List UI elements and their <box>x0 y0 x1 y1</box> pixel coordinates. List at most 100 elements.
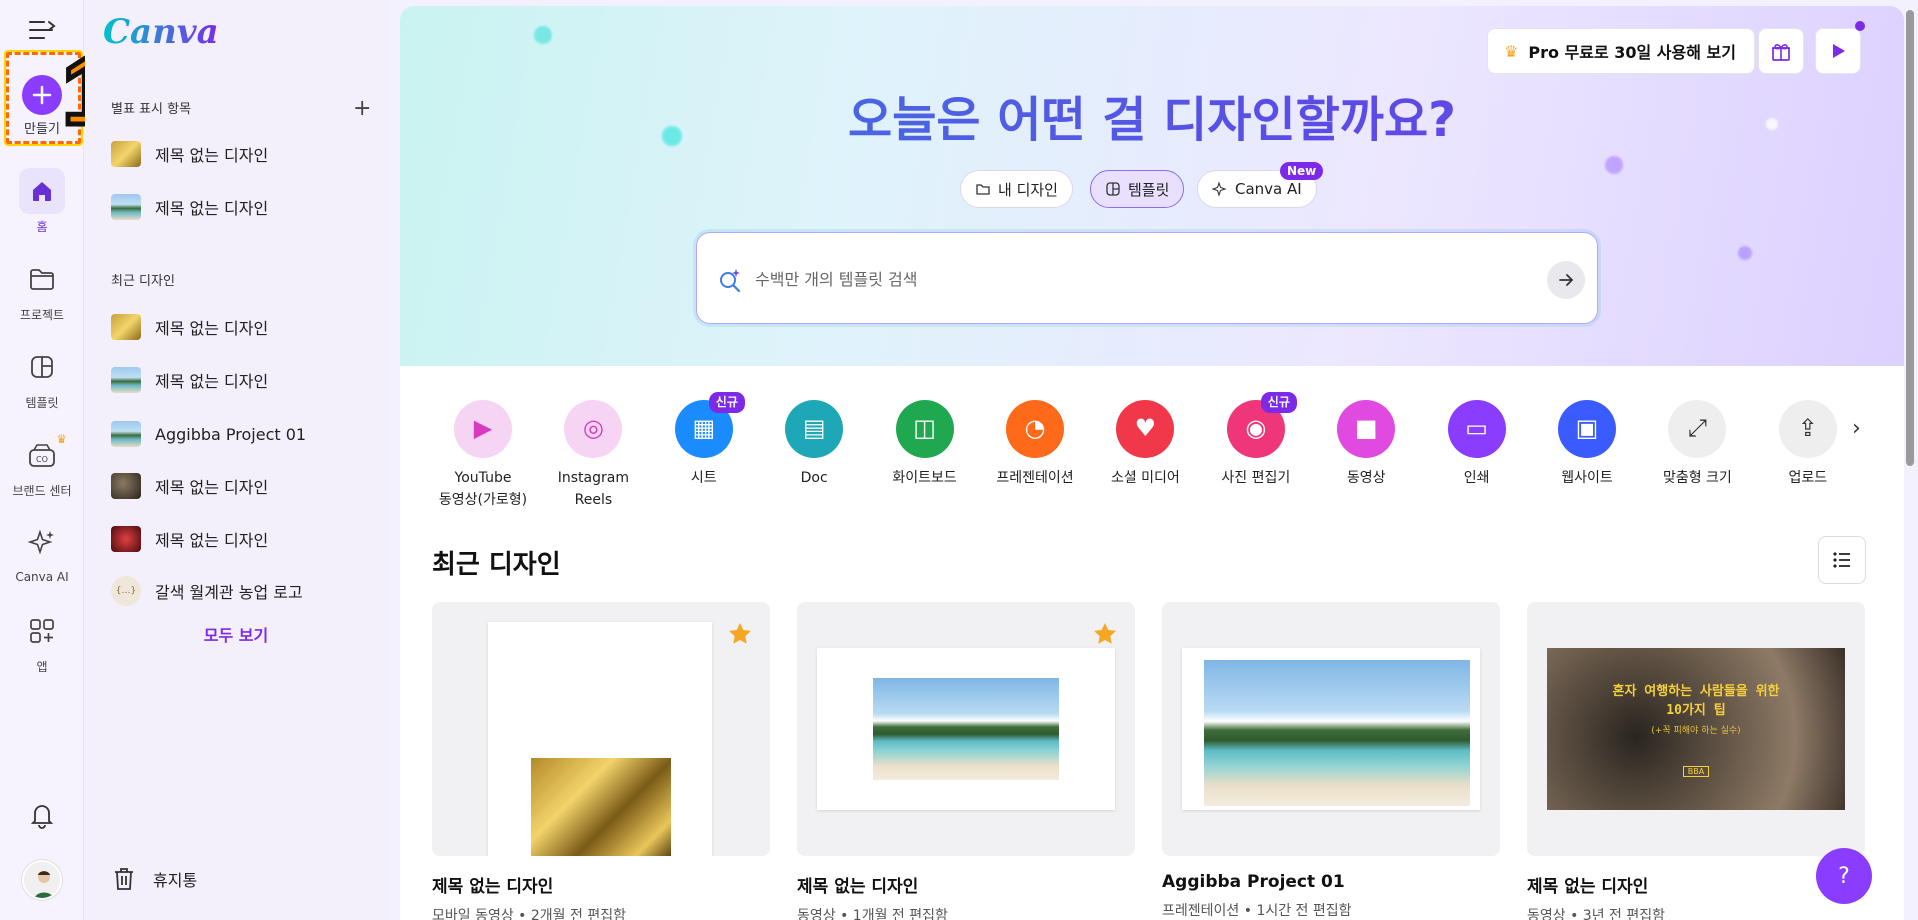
page-scrollbar[interactable] <box>1906 10 1914 466</box>
star-icon[interactable] <box>1091 620 1119 648</box>
design-name[interactable]: 제목 없는 디자인 <box>797 872 1135 897</box>
recent-designs-title: 최근 디자인 <box>432 550 561 580</box>
rail-item-brand[interactable]: CO ♛ 브랜드 센터 <box>0 432 84 499</box>
design-card[interactable]: Aggibba Project 01 프레젠테이션 • 1시간 전 편집함 <box>1162 602 1500 920</box>
arrow-right-icon <box>1559 274 1574 286</box>
sparkle-icon <box>19 520 65 566</box>
svg-text:CO: CO <box>36 455 48 464</box>
rail-item-apps[interactable]: 앱 <box>0 608 84 675</box>
design-card[interactable]: 제목 없는 디자인 동영상 • 1개월 전 편집함 <box>797 602 1135 920</box>
starred-item[interactable]: 제목 없는 디자인 <box>111 189 371 225</box>
card-overlay-tag: BBA <box>1682 765 1710 777</box>
collapse-menu-icon[interactable] <box>27 18 57 42</box>
list-view-button[interactable] <box>1818 536 1866 584</box>
category-2[interactable]: ▦ 시트 신규 <box>649 392 759 490</box>
chevron-right-icon[interactable]: › <box>1852 416 1880 444</box>
card-overlay-subtitle: (+꼭 피해야 하는 실수) <box>1651 725 1741 736</box>
left-rail: 만들기 홈 프로젝트 템플릿 CO ♛ 브랜드 센터 Canva AI 앱 <box>0 0 84 920</box>
category-7[interactable]: ◉ 사진 편집기 신규 <box>1201 392 1311 490</box>
ai-search-icon <box>717 267 743 293</box>
notification-dot <box>1855 21 1865 31</box>
star-icon[interactable] <box>726 620 754 648</box>
recent-item-label: 갈색 월계관 농업 로고 <box>155 583 303 602</box>
folder-icon <box>976 184 990 195</box>
recent-item-label: 제목 없는 디자인 <box>155 478 269 497</box>
recent-item[interactable]: 제목 없는 디자인 <box>111 309 371 345</box>
recent-item-label: Aggibba Project 01 <box>155 424 307 444</box>
sidebar-panel: Canva 별표 표시 항목 + 제목 없는 디자인 제목 없는 디자인 최근 … <box>85 0 387 920</box>
avatar[interactable] <box>22 860 62 900</box>
hero-title: 오늘은 어떤 걸 디자인할까요? <box>400 80 1904 150</box>
trash-button[interactable]: 휴지통 <box>111 866 197 892</box>
rail-label-apps: 앱 <box>36 660 48 674</box>
instagram-icon: ◎ <box>564 400 623 458</box>
pill-label: Canva AI <box>1235 180 1302 198</box>
design-card[interactable]: 혼자 여행하는 사람들을 위한 10가지 팁 (+꼭 피해야 하는 실수) BB… <box>1527 602 1865 920</box>
recent-item[interactable]: 제목 없는 디자인 <box>111 362 371 398</box>
category-0[interactable]: ▶ YouTube 동영상(가로형) <box>428 400 538 511</box>
design-preview[interactable] <box>1162 602 1500 856</box>
template-icon <box>1106 182 1120 196</box>
design-thumbnail <box>111 314 141 340</box>
gift-button[interactable] <box>1758 28 1804 74</box>
category-8[interactable]: ■ 동영상 <box>1311 400 1421 490</box>
bell-icon[interactable] <box>27 800 57 830</box>
beach-image <box>873 678 1059 780</box>
design-name[interactable]: Aggibba Project 01 <box>1162 872 1500 892</box>
new-badge: 신규 <box>708 392 745 413</box>
design-card[interactable]: 제목 없는 디자인 모바일 동영상 • 2개월 전 편집함 <box>432 602 770 920</box>
design-thumbnail <box>111 141 141 167</box>
see-all-link[interactable]: 모두 보기 <box>85 622 387 646</box>
category-3[interactable]: ▤ Doc <box>759 400 869 490</box>
category-1[interactable]: ◎ Instagram Reels <box>538 400 648 511</box>
category-10[interactable]: ▣ 웹사이트 <box>1532 400 1642 490</box>
rail-item-home[interactable]: 홈 <box>0 168 84 235</box>
recent-item[interactable]: {…} 갈색 월계관 농업 로고 <box>111 573 371 609</box>
recent-item-label: 제목 없는 디자인 <box>155 372 269 391</box>
travel-tips-image: 혼자 여행하는 사람들을 위한 10가지 팁 (+꼭 피해야 하는 실수) BB… <box>1547 648 1845 810</box>
search-input[interactable] <box>755 263 1515 295</box>
pill-my-designs[interactable]: 내 디자인 <box>960 170 1073 208</box>
recent-title: 최근 디자인 <box>111 274 175 289</box>
rail-item-projects[interactable]: 프로젝트 <box>0 256 84 323</box>
recent-item[interactable]: 제목 없는 디자인 <box>111 468 371 504</box>
pro-trial-label: Pro 무료로 30일 사용해 보기 <box>1528 43 1736 62</box>
create-label: 만들기 <box>24 122 60 137</box>
rail-item-templates[interactable]: 템플릿 <box>0 344 84 411</box>
category-label: 인쇄 <box>1463 470 1490 486</box>
pro-trial-button[interactable]: ♛ Pro 무료로 30일 사용해 보기 <box>1487 28 1755 74</box>
category-9[interactable]: ▭ 인쇄 <box>1422 400 1532 490</box>
main-content: ♛ Pro 무료로 30일 사용해 보기 오늘은 어떤 걸 디자인할까요? 내 … <box>400 6 1904 920</box>
category-label: 화이트보드 <box>892 470 957 486</box>
design-name[interactable]: 제목 없는 디자인 <box>1527 872 1865 897</box>
design-preview[interactable] <box>797 602 1135 856</box>
design-preview[interactable]: 혼자 여행하는 사람들을 위한 10가지 팁 (+꼭 피해야 하는 실수) BB… <box>1527 602 1865 856</box>
recent-item[interactable]: 제목 없는 디자인 <box>111 521 371 557</box>
category-11[interactable]: ⤢ 맞춤형 크기 <box>1642 400 1752 490</box>
recent-item[interactable]: Aggibba Project 01 <box>111 416 371 452</box>
category-label: 웹사이트 <box>1561 470 1613 486</box>
category-4[interactable]: ◫ 화이트보드 <box>870 400 980 490</box>
rail-item-canva-ai[interactable]: Canva AI <box>0 520 84 584</box>
pill-templates[interactable]: 템플릿 <box>1090 170 1185 208</box>
category-12[interactable]: ⇪ 업로드 <box>1753 400 1863 490</box>
social-icon: ♥ <box>1116 400 1175 458</box>
create-button[interactable] <box>22 75 62 115</box>
category-6[interactable]: ♥ 소셜 미디어 <box>1090 400 1200 490</box>
new-badge: 신규 <box>1260 392 1297 413</box>
add-starred-button[interactable]: + <box>353 96 371 121</box>
play-button[interactable] <box>1815 28 1861 74</box>
sparkle-icon <box>1212 181 1227 197</box>
trash-label: 휴지통 <box>153 871 198 890</box>
category-label: 소셜 미디어 <box>1110 470 1180 486</box>
design-name[interactable]: 제목 없는 디자인 <box>432 872 770 897</box>
help-button[interactable]: ? <box>1816 848 1872 904</box>
category-5[interactable]: ◔ 프레젠테이션 <box>980 400 1090 490</box>
search-submit-button[interactable] <box>1547 261 1585 299</box>
design-meta: 동영상 • 3년 전 편집함 <box>1527 908 1666 920</box>
design-thumbnail <box>111 526 141 552</box>
canva-logo[interactable]: Canva <box>103 12 219 52</box>
design-preview[interactable] <box>432 602 770 856</box>
starred-item[interactable]: 제목 없는 디자인 <box>111 136 371 172</box>
template-icon <box>19 344 65 390</box>
